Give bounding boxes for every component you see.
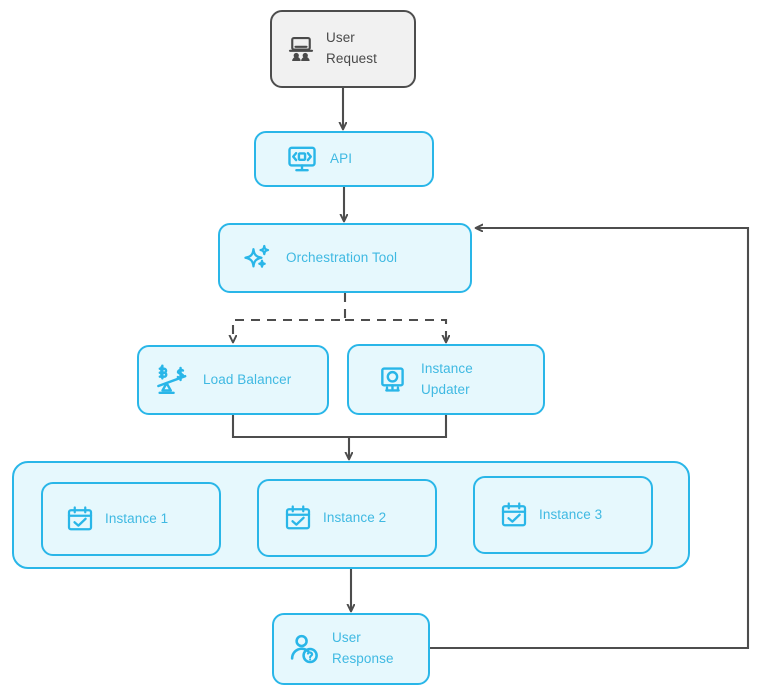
node-label: User Response xyxy=(332,630,394,666)
user-question-icon xyxy=(288,632,322,666)
calendar-check-icon xyxy=(65,504,95,534)
edge-user-response-to-orchestration-tool xyxy=(430,228,750,650)
edge-orchestration-tool-to-instance-updater xyxy=(345,318,446,342)
node-api[interactable]: API xyxy=(254,131,434,187)
node-instance-3[interactable]: Instance 3 xyxy=(473,476,653,554)
node-instance-updater[interactable]: Instance Updater xyxy=(347,344,545,415)
node-user-response[interactable]: User Response xyxy=(272,613,430,685)
node-label: Orchestration Tool xyxy=(286,249,398,265)
node-label: User Request xyxy=(326,30,377,66)
edge-orchestration-tool-to-load-balancer xyxy=(233,293,347,342)
node-label: API xyxy=(330,150,353,166)
node-label: Instance Updater xyxy=(421,360,473,397)
node-instance-2[interactable]: Instance 2 xyxy=(257,479,437,557)
sparkles-icon xyxy=(242,242,274,274)
balance-scale-icon xyxy=(153,361,191,399)
node-label: Instance 3 xyxy=(539,506,603,522)
node-label: Instance 1 xyxy=(105,510,169,526)
edge-load-balancer-to-instances-group xyxy=(231,415,349,459)
node-label: Instance 2 xyxy=(323,509,387,525)
api-monitor-code-icon xyxy=(286,143,318,175)
node-label: Load Balancer xyxy=(203,371,292,387)
node-orchestration-tool[interactable]: Orchestration Tool xyxy=(218,223,472,293)
monitor-circle-icon xyxy=(377,364,409,396)
laptop-users-icon xyxy=(286,34,316,64)
node-instance-1[interactable]: Instance 1 xyxy=(41,482,221,556)
calendar-check-icon xyxy=(499,500,529,530)
node-user-request[interactable]: User Request xyxy=(270,10,416,88)
edge-instance-updater-to-instances-group xyxy=(349,415,448,439)
calendar-check-icon xyxy=(283,503,313,533)
node-load-balancer[interactable]: Load Balancer xyxy=(137,345,329,415)
diagram-canvas: User Request API Orchestration Tool Load… xyxy=(0,0,760,699)
